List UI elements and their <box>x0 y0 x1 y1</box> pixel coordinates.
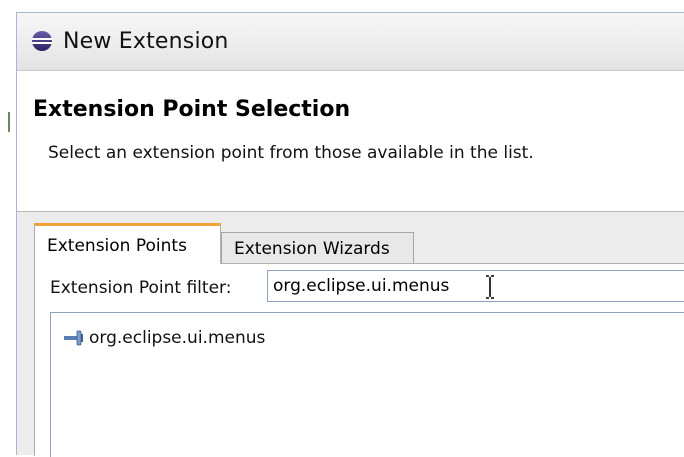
list-item[interactable]: org.eclipse.ui.menus <box>63 327 265 349</box>
list-item-label: org.eclipse.ui.menus <box>89 328 266 348</box>
wizard-header: Extension Point Selection Select an exte… <box>17 71 684 212</box>
extension-points-panel: Extension Point filter: org.eclipse.ui.m… <box>34 263 684 457</box>
background-marker <box>8 112 10 132</box>
filter-label: Extension Point filter: <box>50 278 232 298</box>
wizard-content: Extension Points Extension Wizards Exten… <box>17 212 684 457</box>
new-extension-dialog: New Extension Extension Point Selection … <box>16 12 684 457</box>
text-cursor-icon <box>486 275 494 299</box>
extension-point-list[interactable]: org.eclipse.ui.menus <box>50 312 684 457</box>
tab-extension-wizards[interactable]: Extension Wizards <box>221 232 414 264</box>
background-edge <box>0 0 16 454</box>
window-title: New Extension <box>63 29 229 54</box>
tab-extension-points[interactable]: Extension Points <box>34 223 221 264</box>
eclipse-icon <box>32 31 52 51</box>
title-bar[interactable]: New Extension <box>17 13 684 71</box>
page-title: Extension Point Selection <box>33 97 351 122</box>
page-description: Select an extension point from those ava… <box>48 143 534 163</box>
extension-point-icon <box>64 330 83 346</box>
extension-point-filter-input[interactable] <box>267 270 684 302</box>
